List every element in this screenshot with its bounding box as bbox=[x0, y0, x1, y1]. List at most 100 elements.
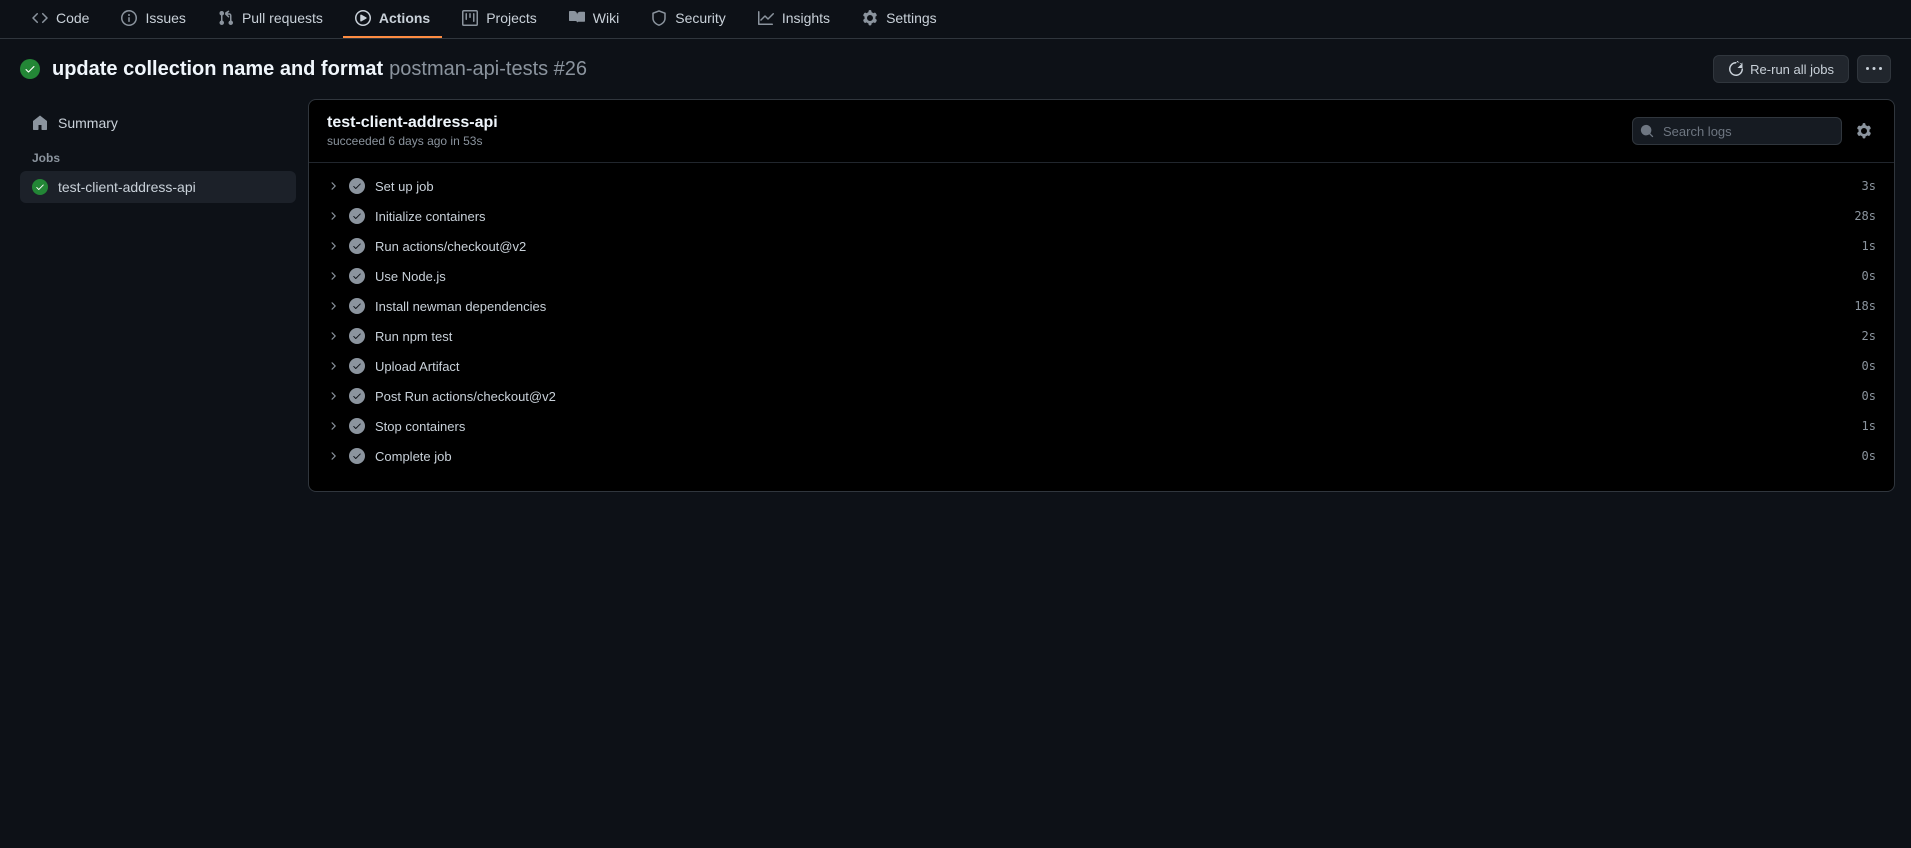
tab-label: Code bbox=[56, 10, 89, 26]
step-row[interactable]: Run actions/checkout@v2 1s bbox=[309, 231, 1894, 261]
tab-insights[interactable]: Insights bbox=[746, 0, 842, 38]
repo-nav: Code Issues Pull requests Actions Projec… bbox=[0, 0, 1911, 39]
tab-settings[interactable]: Settings bbox=[850, 0, 949, 38]
jobs-sidebar: Summary Jobs test-client-address-api bbox=[8, 99, 308, 492]
step-duration: 0s bbox=[1862, 359, 1876, 373]
tab-label: Insights bbox=[782, 10, 830, 26]
step-duration: 1s bbox=[1862, 419, 1876, 433]
step-name: Run npm test bbox=[375, 329, 1852, 344]
tab-actions[interactable]: Actions bbox=[343, 0, 442, 38]
steps-list: Set up job 3s Initialize containers 28s Run … bbox=[309, 163, 1894, 491]
tab-label: Projects bbox=[486, 10, 537, 26]
step-row[interactable]: Run npm test 2s bbox=[309, 321, 1894, 351]
step-name: Initialize containers bbox=[375, 209, 1844, 224]
workflow-title: update collection name and format bbox=[52, 58, 383, 81]
step-duration: 0s bbox=[1862, 449, 1876, 463]
play-icon bbox=[355, 10, 371, 26]
success-status-icon bbox=[349, 358, 365, 374]
step-row[interactable]: Initialize containers 28s bbox=[309, 201, 1894, 231]
book-icon bbox=[569, 10, 585, 26]
tab-pull-requests[interactable]: Pull requests bbox=[206, 0, 335, 38]
success-status-icon bbox=[349, 298, 365, 314]
step-row[interactable]: Use Node.js 0s bbox=[309, 261, 1894, 291]
search-logs-input[interactable] bbox=[1632, 117, 1842, 145]
rerun-all-button[interactable]: Re-run all jobs bbox=[1713, 55, 1849, 83]
gear-icon bbox=[1856, 123, 1872, 139]
more-actions-button[interactable] bbox=[1857, 55, 1891, 83]
gear-icon bbox=[862, 10, 878, 26]
step-name: Stop containers bbox=[375, 419, 1852, 434]
tab-wiki[interactable]: Wiki bbox=[557, 0, 631, 38]
success-status-icon bbox=[349, 268, 365, 284]
success-status-icon bbox=[349, 448, 365, 464]
step-row[interactable]: Upload Artifact 0s bbox=[309, 351, 1894, 381]
step-row[interactable]: Stop containers 1s bbox=[309, 411, 1894, 441]
success-status-icon bbox=[349, 208, 365, 224]
step-name: Run actions/checkout@v2 bbox=[375, 239, 1852, 254]
workflow-header: update collection name and format postma… bbox=[0, 39, 1911, 99]
step-name: Complete job bbox=[375, 449, 1852, 464]
step-duration: 0s bbox=[1862, 269, 1876, 283]
step-name: Set up job bbox=[375, 179, 1852, 194]
sync-icon bbox=[1728, 61, 1744, 77]
step-name: Install newman dependencies bbox=[375, 299, 1844, 314]
success-status-icon bbox=[349, 418, 365, 434]
tab-label: Settings bbox=[886, 10, 937, 26]
jobs-heading: Jobs bbox=[20, 139, 296, 171]
tab-label: Issues bbox=[145, 10, 185, 26]
sidebar-job-item[interactable]: test-client-address-api bbox=[20, 171, 296, 203]
chevron-right-icon bbox=[327, 270, 339, 282]
step-duration: 28s bbox=[1854, 209, 1876, 223]
graph-icon bbox=[758, 10, 774, 26]
step-name: Use Node.js bbox=[375, 269, 1852, 284]
success-status-icon bbox=[32, 179, 48, 195]
chevron-right-icon bbox=[327, 240, 339, 252]
summary-label: Summary bbox=[58, 115, 118, 131]
tab-label: Pull requests bbox=[242, 10, 323, 26]
code-icon bbox=[32, 10, 48, 26]
step-row[interactable]: Complete job 0s bbox=[309, 441, 1894, 471]
workflow-run-name: postman-api-tests #26 bbox=[389, 58, 587, 81]
job-title: test-client-address-api bbox=[327, 114, 498, 132]
success-status-icon bbox=[20, 59, 40, 79]
summary-link[interactable]: Summary bbox=[20, 107, 296, 139]
step-duration: 2s bbox=[1862, 329, 1876, 343]
project-icon bbox=[462, 10, 478, 26]
step-duration: 3s bbox=[1862, 179, 1876, 193]
job-label: test-client-address-api bbox=[58, 179, 196, 195]
tab-code[interactable]: Code bbox=[20, 0, 101, 38]
pr-icon bbox=[218, 10, 234, 26]
chevron-right-icon bbox=[327, 300, 339, 312]
button-label: Re-run all jobs bbox=[1750, 62, 1834, 77]
step-duration: 0s bbox=[1862, 389, 1876, 403]
home-icon bbox=[32, 115, 48, 131]
job-status-text: succeeded 6 days ago in 53s bbox=[327, 134, 498, 148]
chevron-right-icon bbox=[327, 390, 339, 402]
tab-projects[interactable]: Projects bbox=[450, 0, 549, 38]
step-row[interactable]: Set up job 3s bbox=[309, 171, 1894, 201]
tab-label: Wiki bbox=[593, 10, 619, 26]
log-panel: test-client-address-api succeeded 6 days… bbox=[308, 99, 1895, 492]
success-status-icon bbox=[349, 328, 365, 344]
step-row[interactable]: Post Run actions/checkout@v2 0s bbox=[309, 381, 1894, 411]
step-name: Upload Artifact bbox=[375, 359, 1852, 374]
kebab-icon bbox=[1866, 61, 1882, 77]
success-status-icon bbox=[349, 388, 365, 404]
chevron-right-icon bbox=[327, 330, 339, 342]
shield-icon bbox=[651, 10, 667, 26]
search-icon bbox=[1640, 124, 1654, 138]
chevron-right-icon bbox=[327, 450, 339, 462]
step-duration: 1s bbox=[1862, 239, 1876, 253]
log-settings-button[interactable] bbox=[1852, 119, 1876, 143]
tab-security[interactable]: Security bbox=[639, 0, 738, 38]
tab-issues[interactable]: Issues bbox=[109, 0, 197, 38]
chevron-right-icon bbox=[327, 180, 339, 192]
step-row[interactable]: Install newman dependencies 18s bbox=[309, 291, 1894, 321]
step-duration: 18s bbox=[1854, 299, 1876, 313]
success-status-icon bbox=[349, 178, 365, 194]
success-status-icon bbox=[349, 238, 365, 254]
step-name: Post Run actions/checkout@v2 bbox=[375, 389, 1852, 404]
chevron-right-icon bbox=[327, 420, 339, 432]
chevron-right-icon bbox=[327, 210, 339, 222]
tab-label: Actions bbox=[379, 10, 430, 26]
